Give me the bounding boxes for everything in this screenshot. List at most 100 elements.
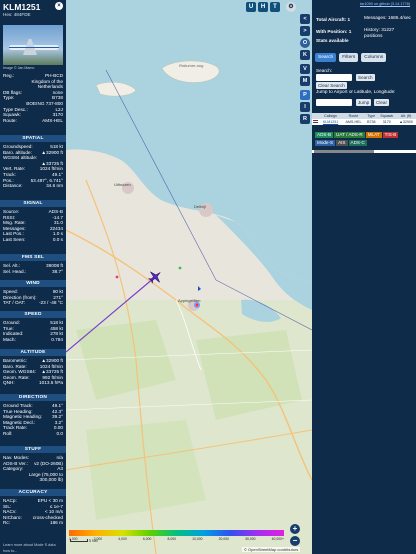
jump-input[interactable] xyxy=(316,99,352,106)
jump-button[interactable]: Jump xyxy=(356,99,372,106)
aircraft-photo-livery xyxy=(9,47,59,48)
zoom-in-button[interactable]: + xyxy=(290,524,300,534)
collapse-left-button[interactable]: < xyxy=(300,14,310,24)
source-filter-pill[interactable]: TIS-B xyxy=(382,132,399,138)
cell-callsign[interactable]: KLM1251 xyxy=(319,119,342,125)
section-spatial: SPATIAL xyxy=(0,135,66,142)
toggle-i-button[interactable]: I xyxy=(300,102,310,112)
wind-key: TAT / OAT: xyxy=(3,300,26,306)
stuff-key: Category: xyxy=(3,466,24,472)
speed-block: Ground: 518 kt True: 458 kt Indicated: 278 kt… xyxy=(3,320,63,342)
aircraft-photo[interactable] xyxy=(3,25,63,65)
map-label-island: Rottumer-oog xyxy=(179,63,204,68)
reg-value: AMS-HEL xyxy=(42,117,63,123)
wind-block: Speed: 80 kt Direction (from): 271° TAT / OA… xyxy=(3,289,63,306)
altitude-legend-label: 6,000 xyxy=(142,537,152,541)
wind-value: -23 / -48 °C xyxy=(38,300,63,306)
source-filter-pill[interactable]: ADS-B xyxy=(315,132,334,138)
accuracy-key: Rc: xyxy=(3,520,11,526)
search-button[interactable]: Search xyxy=(356,74,375,81)
stuff-value: 300,000 lb) xyxy=(39,477,63,483)
zoom-out-button[interactable]: − xyxy=(290,536,300,546)
section-wind: WIND xyxy=(0,280,66,287)
collapse-right-button[interactable]: > xyxy=(300,26,310,36)
altitude-key: QNH: xyxy=(3,380,15,386)
map-scale-bar xyxy=(70,539,88,542)
toggle-p-button[interactable]: P xyxy=(300,90,310,100)
speed-row: Mach: 0.784 xyxy=(3,337,63,343)
scrollbar-thumb[interactable] xyxy=(314,150,374,153)
spatial-key: Distance: xyxy=(3,183,23,189)
history-count: History: 31227 positions xyxy=(364,27,395,38)
toggle-o-button[interactable]: O xyxy=(300,38,310,48)
speed-key: Mach: xyxy=(3,336,16,342)
reg-key: Type: xyxy=(3,95,15,101)
tab-filters[interactable]: Filters xyxy=(339,53,359,62)
speed-value: 0.784 xyxy=(51,336,63,342)
map-button-u[interactable]: U xyxy=(246,2,256,12)
table-scrollbar[interactable] xyxy=(312,150,416,153)
map-button-h[interactable]: H xyxy=(258,2,268,12)
toggle-k-button[interactable]: K xyxy=(300,50,310,60)
map-attribution[interactable]: © OpenStreetMap contributors xyxy=(242,547,301,552)
jump-label: Jump to Airport or Latitude, Longitude: xyxy=(316,89,396,94)
toggle-r-button[interactable]: R xyxy=(300,114,310,124)
clear-jump-button[interactable]: Clear xyxy=(374,99,389,106)
map-button-t[interactable]: T xyxy=(270,2,280,12)
tab-bar: Search Filters Columns xyxy=(315,53,387,62)
search-label: Search: xyxy=(316,68,333,73)
source-filter-pill[interactable]: Mode-S xyxy=(315,140,336,146)
signal-key: Last Seen: xyxy=(3,236,26,242)
map-tiles xyxy=(66,0,312,554)
spatial-value: ▲32900 ft xyxy=(41,149,63,155)
fms-block: Sel. Alt.: 39008 ft Sel. Head.: 38.7° xyxy=(3,263,63,274)
altitude-legend-label: 10,000 xyxy=(192,537,203,541)
section-direction: DIRECTION xyxy=(0,394,66,401)
stuff-block: Nav. Modes: n/a ADS-B Ver.: v2 (DO-260B) Cat… xyxy=(3,455,63,483)
toggle-m-button[interactable]: M xyxy=(300,76,310,86)
reg-key: Route: xyxy=(3,117,17,123)
map-canvas[interactable]: Rottumer-oog Uithuizen Delfzijl Appinged… xyxy=(66,0,312,554)
source-filter-pill[interactable]: MLAT xyxy=(365,132,382,138)
source-filter-pill[interactable]: ADS-C xyxy=(348,140,367,146)
close-icon[interactable]: × xyxy=(55,2,63,10)
altitude-legend-label: 20,000 xyxy=(218,537,229,541)
source-filter-pill[interactable]: AIS xyxy=(336,140,348,146)
toggle-v-button[interactable]: V xyxy=(300,64,310,74)
source-filter-pill[interactable]: UAT / ADS-R xyxy=(334,132,365,138)
settings-gear-icon[interactable]: ⚙ xyxy=(286,2,296,12)
direction-value: 0.0 xyxy=(56,430,63,436)
accuracy-block: NACp: EPU < 30 m SIL: ≤ 1e-7 NACv: < 10 m/s NI… xyxy=(3,498,63,526)
hex-subtitle: Hex: 484FDE xyxy=(3,12,31,17)
tab-columns[interactable]: Columns xyxy=(361,53,387,62)
altitude-row: QNH: 1013.6 hPa xyxy=(3,380,63,386)
accuracy-value: 186 m xyxy=(49,520,63,526)
direction-block: Ground Track: 49.1° True Heading: 42.3° Magn… xyxy=(3,403,63,437)
reg-key: Reg.: xyxy=(3,73,15,78)
map-scale-label: 5 NM xyxy=(89,539,98,543)
messages-rate: Messages: 1686.4/sec xyxy=(364,15,411,20)
aircraft-marker-icon[interactable] xyxy=(148,270,162,284)
direction-key: Roll: xyxy=(3,430,13,436)
table-row[interactable]: KLM1251 AMS-HEL B738 3170 ▲32900 xyxy=(312,119,416,125)
tab-search[interactable]: Search xyxy=(315,53,337,62)
clear-search-button[interactable]: Clear Search xyxy=(316,82,347,89)
footer-note[interactable]: Learn more about Mode S data how to... xyxy=(3,543,63,554)
signal-block: Source: ADS-B RSSI: -14.7 Msg. Rate: 31.0 Mess… xyxy=(3,209,63,243)
aircraft-info-panel: KLM1251 Hex: 484FDE × Image © Jan Mamo R… xyxy=(0,0,66,554)
with-position: With Position: 1 xyxy=(316,29,352,34)
search-input[interactable] xyxy=(316,74,352,81)
spatial-block: Groundspeed: 518 kt Baro. altitude: ▲32900 … xyxy=(3,144,63,189)
version-link[interactable]: tar1090 on github (3.14.1778) xyxy=(360,2,410,6)
stats-available[interactable]: Stats available xyxy=(316,38,349,44)
cell-type: B738 xyxy=(365,119,378,125)
fms-key: Sel. Head.: xyxy=(3,268,27,274)
map-label-town1: Uithuizen xyxy=(114,182,131,187)
fms-row: Sel. Head.: 38.7° xyxy=(3,269,63,275)
map-label-town3: Appingedam xyxy=(178,298,201,303)
registration-block: Reg.: PH-BCD Kingdom of the Netherlands DB f… xyxy=(3,73,63,123)
altitude-color-legend xyxy=(69,530,284,536)
signal-value: 0.0 s xyxy=(52,236,63,242)
accuracy-row: Rc: 186 m xyxy=(3,520,63,526)
photo-credit: Image © Jan Mamo xyxy=(3,66,35,70)
